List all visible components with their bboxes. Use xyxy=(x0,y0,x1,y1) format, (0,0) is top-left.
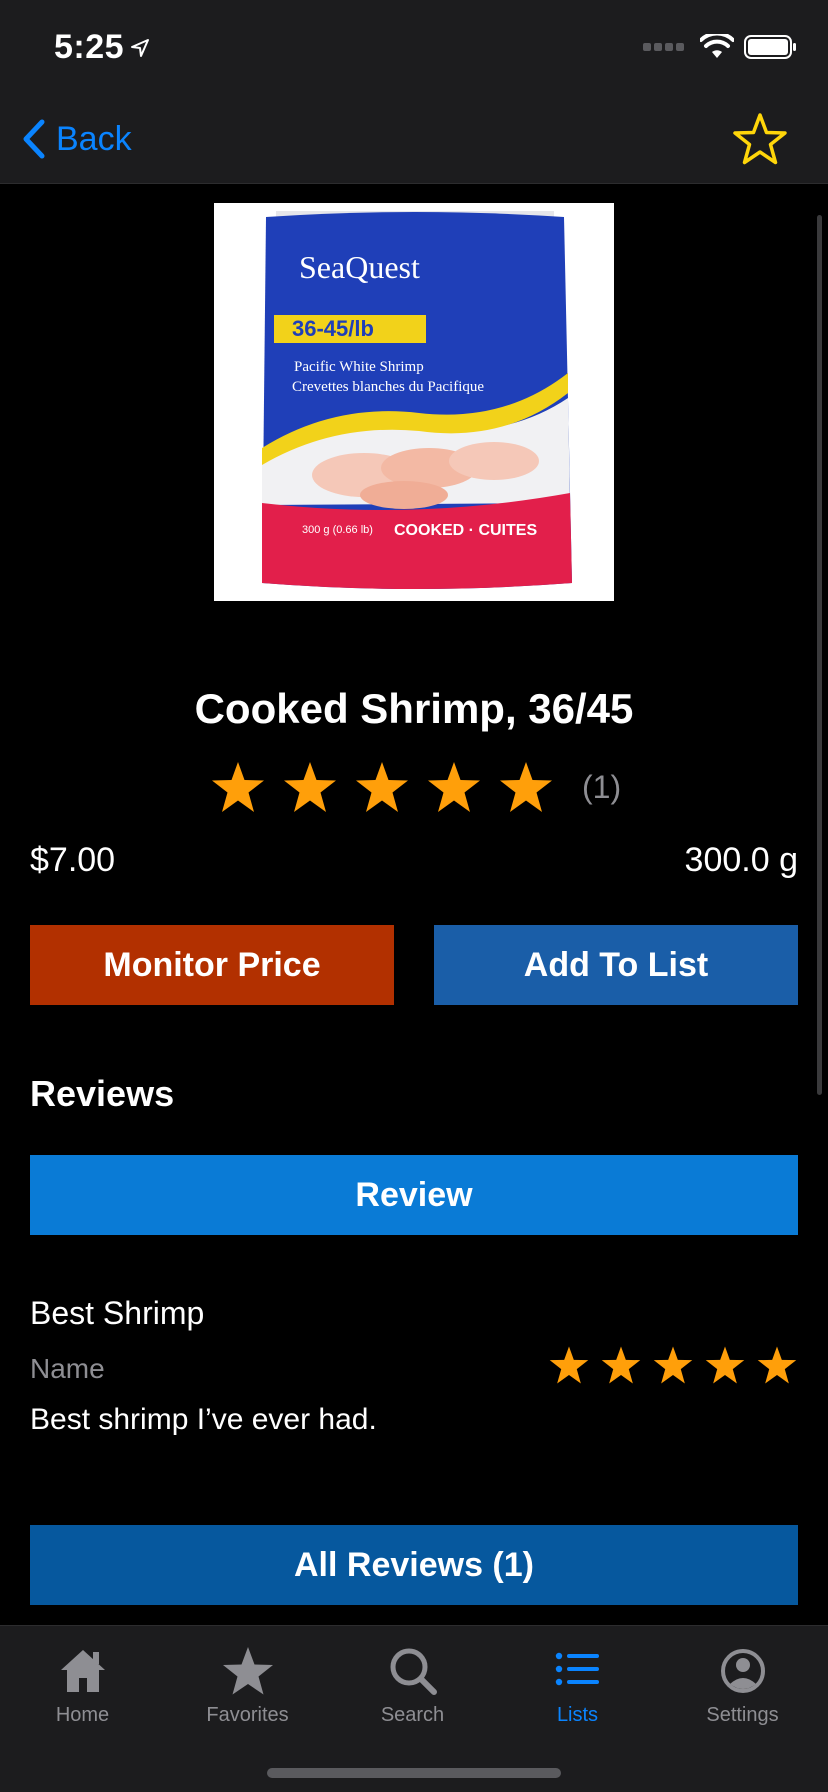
star-filled-icon xyxy=(757,1346,797,1384)
product-detail-content[interactable]: SeaQuest 36-45/lb Pacific White Shrimp C… xyxy=(0,185,828,1625)
person-circle-icon xyxy=(720,1649,765,1693)
status-indicators xyxy=(643,34,798,60)
tab-label: Search xyxy=(380,1704,445,1726)
home-indicator[interactable] xyxy=(267,1768,561,1778)
home-icon xyxy=(60,1650,105,1692)
product-rating: (1) xyxy=(210,760,621,814)
back-button[interactable]: Back xyxy=(22,116,132,162)
product-weight: 300.0 g xyxy=(684,841,798,879)
reviews-heading: Reviews xyxy=(30,1073,175,1114)
search-icon xyxy=(390,1648,437,1695)
list-icon xyxy=(555,1652,599,1686)
shrimp-bag-illustration: SeaQuest 36-45/lb Pacific White Shrimp C… xyxy=(262,211,572,589)
product-image: SeaQuest 36-45/lb Pacific White Shrimp C… xyxy=(214,203,614,601)
review-author: Name xyxy=(30,1353,105,1384)
bag-name-fr-text: Crevettes blanches du Pacifique xyxy=(292,379,484,395)
tab-label: Lists xyxy=(556,1704,599,1726)
tab-bar: Home Favorites Search Lists Settings xyxy=(0,1625,828,1792)
chevron-left-icon xyxy=(23,119,45,159)
tab-settings[interactable]: Settings xyxy=(660,1644,825,1744)
product-title: Cooked Shrimp, 36/45 xyxy=(194,685,634,732)
star-filled-icon xyxy=(212,762,264,812)
tab-label: Favorites xyxy=(206,1704,289,1726)
tab-lists[interactable]: Lists xyxy=(495,1644,660,1744)
review-title: Best Shrimp xyxy=(30,1295,205,1331)
battery-icon xyxy=(744,35,796,59)
star-filled-icon xyxy=(549,1346,589,1384)
bag-name-en-text: Pacific White Shrimp xyxy=(294,359,424,375)
tab-label: Settings xyxy=(706,1704,779,1726)
review-rating xyxy=(548,1345,798,1385)
star-filled-icon xyxy=(500,762,552,812)
bag-brand-text: SeaQuest xyxy=(299,249,420,285)
star-icon xyxy=(222,1647,273,1695)
star-filled-icon xyxy=(601,1346,641,1384)
bag-cooked-text: COOKED · CUITES xyxy=(394,522,537,539)
bag-count-text: 36-45/lb xyxy=(292,316,374,341)
navigation-bar: Back xyxy=(0,92,828,184)
cellular-signal-icon xyxy=(643,43,684,51)
scrollbar[interactable] xyxy=(817,215,822,1095)
star-filled-icon xyxy=(653,1346,693,1384)
product-price: $7.00 xyxy=(30,841,116,879)
location-arrow-icon xyxy=(131,39,149,57)
tab-home[interactable]: Home xyxy=(0,1644,165,1744)
add-to-list-button[interactable]: Add To List xyxy=(434,925,798,1005)
wifi-icon xyxy=(700,34,734,58)
star-filled-icon xyxy=(428,762,480,812)
status-bar: 5:25 xyxy=(0,0,828,92)
review-body: Best shrimp I’ve ever had. xyxy=(30,1403,377,1436)
star-filled-icon xyxy=(356,762,408,812)
favorite-star-icon[interactable] xyxy=(732,112,788,166)
write-review-button[interactable]: Review xyxy=(30,1155,798,1235)
status-time: 5:25 xyxy=(54,28,125,66)
all-reviews-button[interactable]: All Reviews (1) xyxy=(30,1525,798,1605)
tab-label: Home xyxy=(55,1704,110,1726)
monitor-price-button[interactable]: Monitor Price xyxy=(30,925,394,1005)
star-filled-icon xyxy=(705,1346,745,1384)
back-label: Back xyxy=(56,119,132,158)
bag-net-weight-text: 300 g (0.66 lb) xyxy=(302,524,373,536)
tab-favorites[interactable]: Favorites xyxy=(165,1644,330,1744)
star-filled-icon xyxy=(284,762,336,812)
tab-search[interactable]: Search xyxy=(330,1644,495,1744)
rating-count: (1) xyxy=(582,768,622,805)
